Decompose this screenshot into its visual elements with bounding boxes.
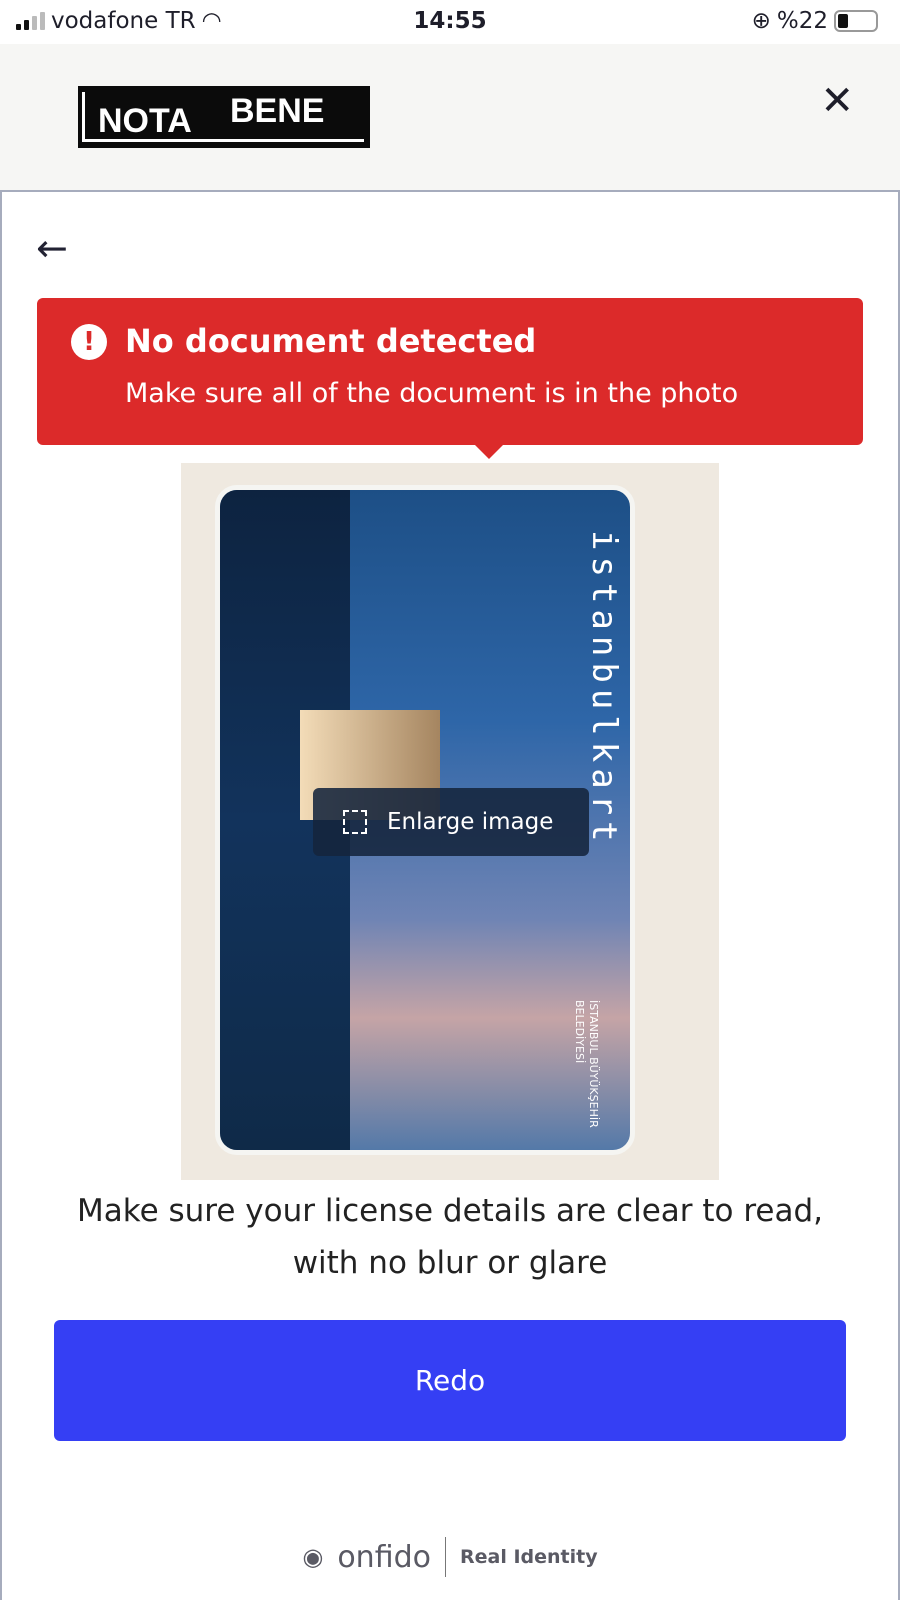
expand-icon [343, 810, 367, 834]
alert-message: Make sure all of the document is in the … [125, 378, 739, 409]
back-arrow-icon[interactable]: ← [36, 226, 68, 270]
footer: ◉ onfido Real Identity [0, 1537, 900, 1577]
logo-text-left: NOTA [98, 102, 192, 140]
alert-title: No document detected [125, 322, 537, 360]
onfido-logo-icon: ◉ [302, 1543, 324, 1571]
onfido-brand: onfido [337, 1539, 431, 1575]
card-brand: istanbulkart [584, 530, 624, 848]
enlarge-image-button[interactable]: Enlarge image [313, 788, 589, 856]
logo-text-right: BENE [230, 92, 325, 130]
battery-icon [834, 10, 878, 32]
tagline: Real Identity [460, 1546, 598, 1568]
redo-button[interactable]: Redo [54, 1320, 846, 1441]
notabene-logo: NOTA BENE [78, 86, 370, 148]
instruction-text: Make sure your license details are clear… [76, 1193, 823, 1281]
error-icon: ! [71, 324, 107, 360]
error-alert: ! No document detected Make sure all of … [37, 298, 863, 459]
battery-percent: %22 [776, 8, 828, 34]
enlarge-label: Enlarge image [387, 809, 554, 835]
rotation-lock-icon: ⊕ [751, 8, 771, 34]
card-issuer: İSTANBUL BÜYÜKŞEHİR BELEDİYESİ [573, 1000, 600, 1128]
status-bar: vodafone TR ◠ 14:55 ⊕ %22 [0, 0, 900, 44]
divider [445, 1537, 446, 1577]
close-button[interactable]: ✕ [820, 78, 854, 124]
